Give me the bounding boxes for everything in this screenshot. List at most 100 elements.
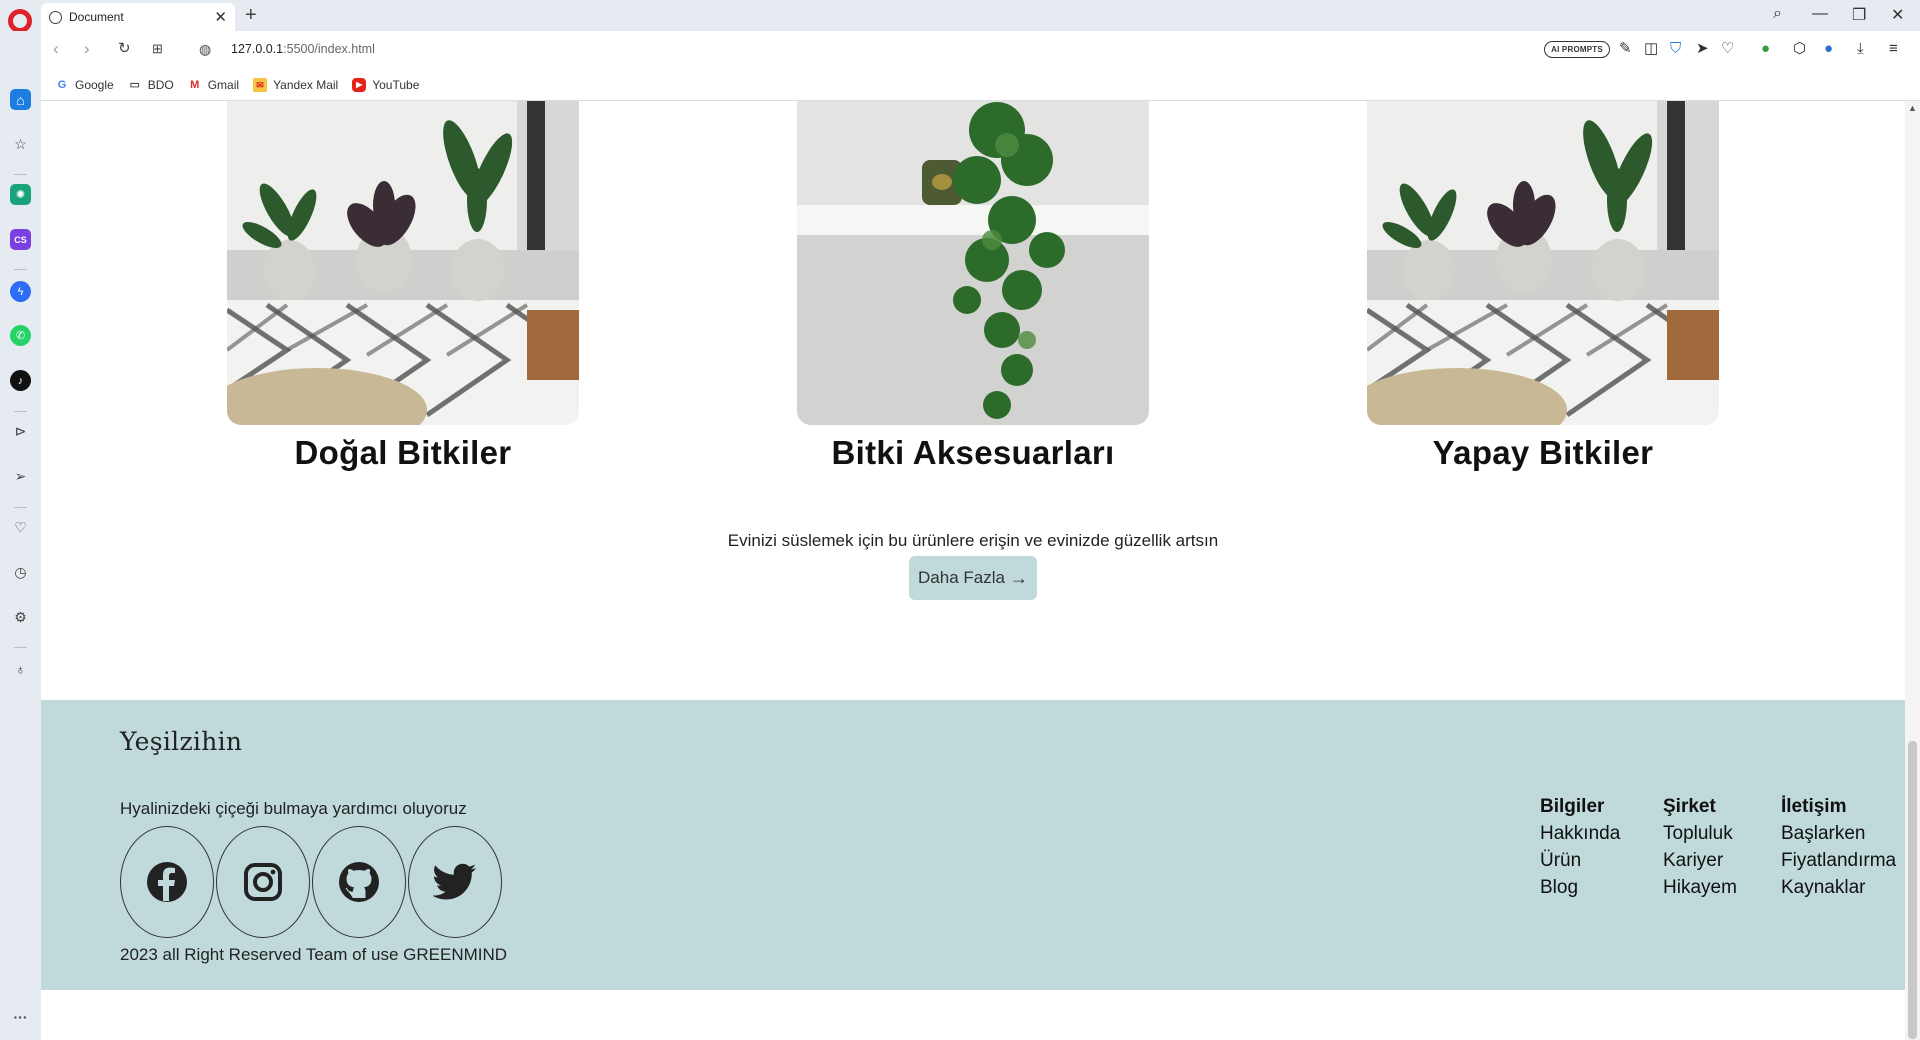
vpn-globe-icon[interactable]: ● [1761, 40, 1770, 58]
folder-icon: ▭ [129, 78, 140, 91]
bookmark-gmail[interactable]: M Gmail [188, 78, 239, 92]
card-title: Bitki Aksesuarları [831, 434, 1115, 471]
footer-column-bilgiler: Bilgiler Hakkında Ürün Blog [1540, 793, 1620, 901]
tiktok-icon[interactable]: ♪ [10, 370, 31, 391]
footer-link[interactable]: Başlarken [1781, 820, 1896, 847]
menu-icon[interactable]: ≡ [1889, 40, 1898, 58]
youtube-icon: ▶ [352, 77, 367, 92]
settings-gear-icon[interactable]: ⚙ [10, 607, 31, 628]
arrow-right-icon: → [1009, 567, 1028, 588]
speed-dial-icon[interactable]: ☆ [10, 134, 31, 155]
send-icon[interactable]: ➤ [1696, 40, 1709, 58]
tips-bulb-icon[interactable]: ♁ [10, 658, 31, 679]
scrollbar-thumb[interactable] [1908, 741, 1917, 1039]
bookmark-yandex-mail[interactable]: ✉ Yandex Mail [253, 77, 339, 92]
footer-link[interactable]: Hikayem [1663, 874, 1737, 901]
camera-icon[interactable]: ◫ [1644, 40, 1658, 58]
forward-icon[interactable]: › [84, 40, 90, 58]
heart-icon[interactable]: ♡ [1721, 40, 1734, 58]
potted-plants-photo [1367, 101, 1719, 425]
reload-icon[interactable]: ↻ [118, 40, 131, 58]
more-icon[interactable]: ··· [10, 1006, 31, 1027]
chatsonic-icon[interactable]: CS [10, 229, 31, 250]
bookmark-label: Gmail [207, 77, 240, 92]
browser-tab[interactable]: Document ✕ [41, 3, 235, 31]
url-field[interactable]: 127.0.0.1:5500/index.html [231, 42, 375, 56]
footer-tagline: Hyalinizdeki çiçeği bulmaya yardımcı olu… [120, 799, 467, 818]
profile-icon[interactable]: ● [1824, 40, 1833, 58]
bookmark-google[interactable]: G Google [55, 78, 114, 92]
edit-icon[interactable]: ✎ [1619, 40, 1632, 58]
bookmark-youtube[interactable]: ▶ YouTube [352, 77, 420, 92]
tab-title: Document [69, 10, 124, 24]
footer-column-iletisim: İletişim Başlarken Fiyatlandırma Kaynakl… [1781, 793, 1896, 901]
github-icon[interactable] [312, 826, 406, 938]
footer-column-heading: İletişim [1781, 796, 1847, 817]
footer-link[interactable]: Hakkında [1540, 820, 1620, 847]
footer-link[interactable]: Kaynaklar [1781, 874, 1896, 901]
site-info-icon[interactable]: ◍ [199, 40, 211, 58]
tab-grid-icon[interactable]: ⊞ [152, 40, 163, 58]
search-tabs-icon[interactable]: ⌕ [1773, 5, 1782, 23]
hanging-plant-photo [797, 101, 1149, 425]
daha-fazla-button[interactable]: Daha Fazla → [909, 556, 1037, 600]
opera-logo-icon[interactable] [8, 9, 32, 33]
twitter-icon[interactable] [408, 826, 502, 938]
facebook-icon[interactable] [120, 826, 214, 938]
footer-logo[interactable]: Yeşilzihin [120, 727, 242, 756]
opera-sidebar: ⌂ ☆ ✺ CS ϟ ✆ ♪ ⊳ ➢ ♡ ◷ ⚙ ♁ ··· [0, 31, 41, 1040]
footer-column-heading: Şirket [1663, 796, 1716, 817]
footer-link[interactable]: Blog [1540, 874, 1620, 901]
close-window-button[interactable]: ✕ [1891, 5, 1904, 25]
new-tab-button[interactable]: + [245, 4, 257, 26]
restore-button[interactable]: ❐ [1852, 5, 1866, 25]
card-title: Yapay Bitkiler [1432, 434, 1654, 471]
shield-icon[interactable]: ⛉ [1670, 40, 1681, 58]
home-icon[interactable]: ⌂ [10, 89, 31, 110]
google-icon: G [57, 78, 67, 91]
footer-column-sirket: Şirket Topluluk Kariyer Hikayem [1663, 793, 1737, 901]
favorites-heart-icon[interactable]: ♡ [10, 517, 31, 538]
my-flow-icon[interactable]: ➢ [10, 466, 31, 487]
browser-titlebar: Document ✕ + ⌕ — ❐ ✕ [0, 0, 1920, 33]
footer-copyright: 2023 all Right Reserved Team of use GREE… [120, 945, 508, 964]
download-icon[interactable]: ⤓ [1857, 40, 1864, 58]
card-title: Doğal Bitkiler [294, 434, 512, 471]
footer-column-heading: Bilgiler [1540, 796, 1605, 817]
footer-link[interactable]: Ürün [1540, 847, 1620, 874]
ai-prompts-badge[interactable]: AI PROMPTS [1544, 41, 1610, 58]
bookmark-label: Google [75, 77, 114, 92]
gmail-icon: M [190, 78, 200, 91]
cube-icon[interactable]: ⬡ [1793, 40, 1806, 58]
page-scrollbar[interactable]: ▲ [1905, 101, 1920, 1040]
footer-link[interactable]: Topluluk [1663, 820, 1737, 847]
back-icon[interactable]: ‹ [53, 40, 59, 58]
player-icon[interactable]: ⊳ [10, 421, 31, 442]
social-links [120, 826, 504, 938]
instagram-icon[interactable] [216, 826, 310, 938]
bookmark-label: BDO [147, 77, 174, 92]
bookmark-label: Yandex Mail [273, 77, 339, 92]
address-bar: ‹ › ↻ ⊞ ◍ 127.0.0.1:5500/index.html AI P… [41, 31, 1920, 69]
scroll-up-arrow-icon[interactable]: ▲ [1908, 103, 1917, 113]
close-tab-icon[interactable]: ✕ [214, 10, 227, 25]
globe-icon [49, 10, 62, 24]
url-host: 127.0.0.1 [231, 42, 284, 56]
bookmark-bdo[interactable]: ▭ BDO [128, 78, 174, 92]
bookmarks-bar: G Google ▭ BDO M Gmail ✉ Yandex Mail ▶ Y… [41, 69, 1920, 101]
product-card-accessories[interactable]: Bitki Aksesuarları [797, 101, 1149, 472]
minimize-button[interactable]: — [1812, 5, 1828, 23]
footer-link[interactable]: Kariyer [1663, 847, 1737, 874]
cta-text: Evinizi süslemek için bu ürünlere erişin… [727, 531, 1219, 550]
whatsapp-icon[interactable]: ✆ [10, 325, 31, 346]
history-icon[interactable]: ◷ [10, 562, 31, 583]
product-card-natural[interactable]: Doğal Bitkiler [227, 101, 579, 472]
url-path: :5500/index.html [283, 42, 375, 56]
bookmark-label: YouTube [372, 77, 420, 92]
chatgpt-icon[interactable]: ✺ [10, 184, 31, 205]
product-card-artificial[interactable]: Yapay Bitkiler [1367, 101, 1719, 472]
messenger-icon[interactable]: ϟ [10, 281, 31, 302]
potted-plants-photo [227, 101, 579, 425]
button-label: Daha Fazla [918, 568, 1005, 587]
footer-link[interactable]: Fiyatlandırma [1781, 847, 1896, 874]
